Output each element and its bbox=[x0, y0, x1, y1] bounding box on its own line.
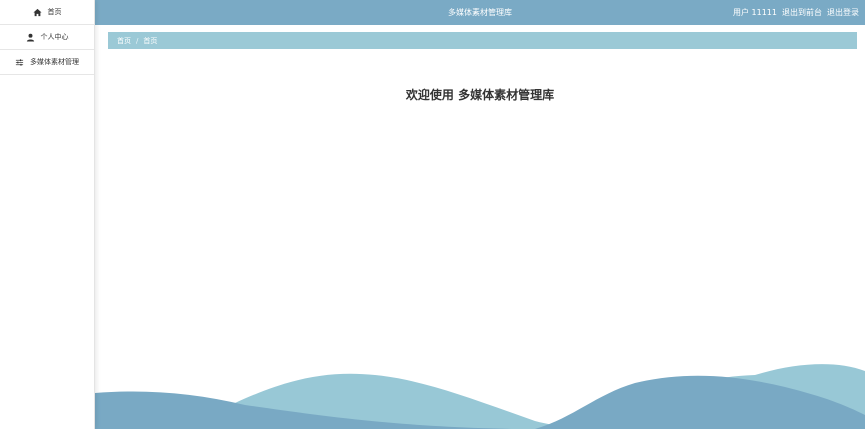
sidebar: 首页 个人中心 多媒体素材管理 bbox=[0, 0, 95, 429]
logout-link[interactable]: 退出登录 bbox=[827, 0, 859, 25]
sidebar-item-home[interactable]: 首页 bbox=[0, 0, 94, 25]
breadcrumb-current: 首页 bbox=[143, 36, 158, 45]
sidebar-item-label: 个人中心 bbox=[40, 33, 69, 41]
decorative-waves bbox=[95, 364, 865, 429]
exit-to-front-link[interactable]: 退出到前台 bbox=[782, 0, 822, 25]
breadcrumb-home[interactable]: 首页 bbox=[117, 36, 131, 46]
breadcrumb-separator: / bbox=[136, 36, 139, 45]
sidebar-item-media-management[interactable]: 多媒体素材管理 bbox=[0, 50, 94, 75]
top-header: 多媒体素材管理库 用户 11111 退出到前台 退出登录 bbox=[95, 0, 865, 25]
user-icon bbox=[26, 33, 35, 42]
sliders-icon bbox=[15, 58, 24, 67]
current-user-label: 用户 11111 bbox=[733, 8, 777, 17]
breadcrumb: 首页 / 首页 bbox=[108, 32, 857, 49]
sidebar-item-label: 首页 bbox=[47, 8, 62, 16]
header-actions: 用户 11111 退出到前台 退出登录 bbox=[733, 0, 859, 25]
sidebar-item-label: 多媒体素材管理 bbox=[30, 58, 79, 66]
home-icon bbox=[32, 8, 42, 17]
sidebar-item-profile[interactable]: 个人中心 bbox=[0, 25, 94, 50]
welcome-heading: 欢迎使用 多媒体素材管理库 bbox=[405, 88, 555, 102]
